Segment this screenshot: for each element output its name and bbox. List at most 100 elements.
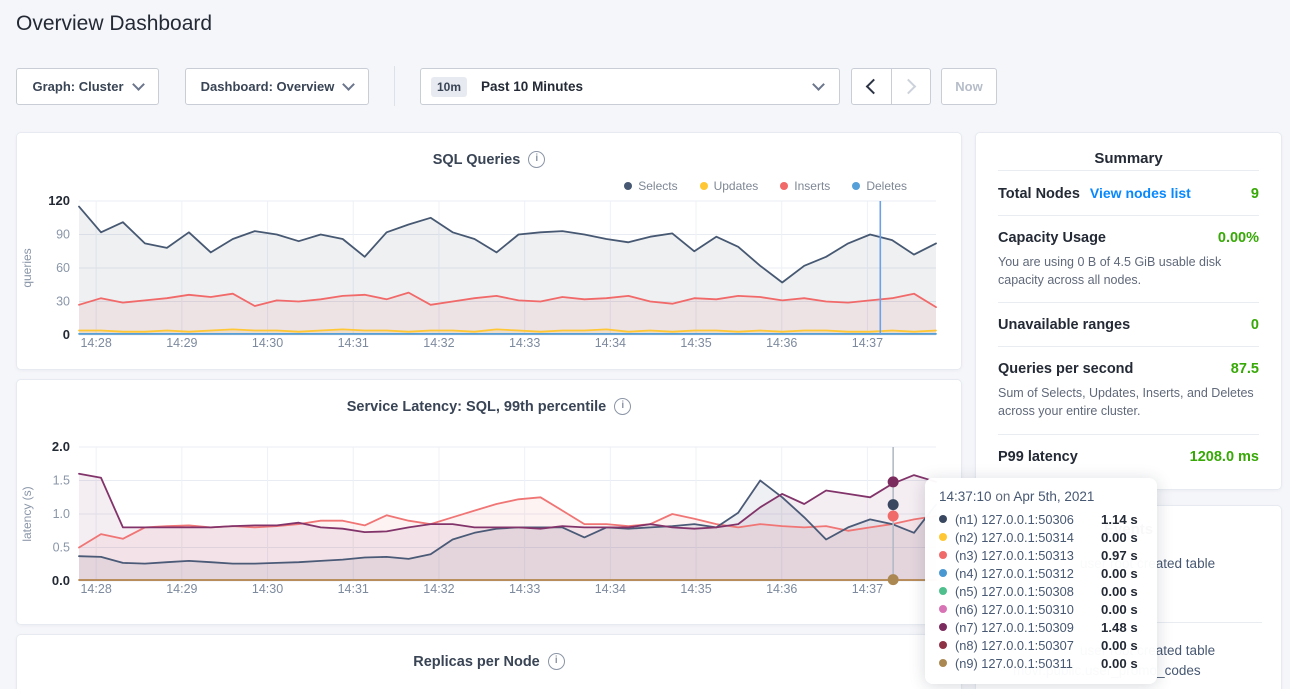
node-color-dot: [939, 641, 947, 649]
node-latency-value: 0.00 s: [1101, 638, 1138, 653]
service-latency-chart[interactable]: 0.00.51.01.52.014:2814:2914:3014:3114:32…: [17, 433, 962, 611]
node-address: (n5) 127.0.0.1:50308: [955, 584, 1101, 599]
chevron-right-icon: [901, 79, 917, 95]
summary-row-queries-per-second: Queries per second 87.5 Sum of Selects, …: [998, 346, 1259, 433]
chevron-left-icon: [865, 79, 881, 95]
view-nodes-list-link[interactable]: View nodes list: [1090, 185, 1191, 201]
svg-text:14:30: 14:30: [252, 336, 283, 350]
info-icon[interactable]: i: [528, 151, 545, 168]
svg-text:14:34: 14:34: [595, 336, 626, 350]
summary-row-capacity-usage: Capacity Usage 0.00% You are using 0 B o…: [998, 215, 1259, 302]
svg-text:14:36: 14:36: [766, 336, 797, 350]
svg-text:0.5: 0.5: [53, 541, 70, 555]
tooltip-rows: (n1) 127.0.0.1:503061.14 s(n2) 127.0.0.1…: [939, 510, 1143, 672]
page-title: Overview Dashboard: [16, 12, 212, 36]
svg-text:14:30: 14:30: [252, 582, 283, 596]
svg-text:14:36: 14:36: [766, 582, 797, 596]
node-latency-value: 0.00 s: [1101, 602, 1138, 617]
svg-text:14:33: 14:33: [509, 336, 540, 350]
replicas-per-node-card: Replicas per Node i: [16, 634, 962, 689]
svg-text:latency (s): latency (s): [20, 486, 34, 541]
node-latency-value: 1.14 s: [1101, 512, 1138, 527]
node-address: (n4) 127.0.0.1:50312: [955, 566, 1101, 581]
svg-text:14:33: 14:33: [509, 582, 540, 596]
svg-text:14:28: 14:28: [80, 336, 111, 350]
svg-text:14:37: 14:37: [852, 336, 883, 350]
total-nodes-label: Total Nodes: [998, 186, 1080, 202]
time-range-badge: 10m: [431, 77, 467, 97]
svg-text:14:32: 14:32: [423, 582, 454, 596]
svg-text:14:34: 14:34: [595, 582, 626, 596]
node-color-dot: [939, 587, 947, 595]
svg-text:0.0: 0.0: [52, 573, 70, 588]
svg-text:queries: queries: [20, 248, 34, 287]
node-color-dot: [939, 659, 947, 667]
unavailable-ranges-label: Unavailable ranges: [998, 317, 1130, 333]
svg-text:14:29: 14:29: [166, 582, 197, 596]
overview-dashboard-page: Overview Dashboard Graph: Cluster Dashbo…: [0, 0, 1290, 689]
time-step-back-button[interactable]: [852, 69, 891, 104]
info-icon[interactable]: i: [548, 653, 565, 670]
svg-text:14:31: 14:31: [338, 336, 369, 350]
tooltip-date: Apr 5th, 2021: [1013, 489, 1094, 504]
dashboard-dropdown[interactable]: Dashboard: Overview: [185, 68, 369, 105]
node-address: (n7) 127.0.0.1:50309: [955, 620, 1101, 635]
tooltip-node-row: (n5) 127.0.0.1:503080.00 s: [939, 582, 1143, 600]
node-address: (n1) 127.0.0.1:50306: [955, 512, 1101, 527]
queries-per-second-label: Queries per second: [998, 361, 1133, 377]
service-latency-title-text: Service Latency: SQL, 99th percentile: [347, 399, 607, 415]
svg-text:2.0: 2.0: [52, 439, 70, 454]
toolbar-divider: [394, 66, 395, 106]
service-latency-title: Service Latency: SQL, 99th percentile i: [17, 380, 961, 415]
svg-text:0: 0: [63, 327, 70, 342]
svg-text:14:32: 14:32: [423, 336, 454, 350]
node-latency-value: 0.00 s: [1101, 656, 1138, 671]
info-icon[interactable]: i: [614, 398, 631, 415]
time-range-label: Past 10 Minutes: [481, 79, 814, 94]
node-color-dot: [939, 623, 947, 631]
time-range-picker[interactable]: 10m Past 10 Minutes: [420, 68, 840, 105]
summary-row-total-nodes: Total Nodes View nodes list 9: [998, 170, 1259, 215]
node-latency-value: 0.97 s: [1101, 548, 1138, 563]
svg-text:1.5: 1.5: [53, 474, 70, 488]
tooltip-node-row: (n3) 127.0.0.1:503130.97 s: [939, 546, 1143, 564]
tooltip-node-row: (n7) 127.0.0.1:503091.48 s: [939, 618, 1143, 636]
summary-title: Summary: [976, 133, 1281, 170]
chart-hover-tooltip: 14:37:10 on Apr 5th, 2021 (n1) 127.0.0.1…: [925, 478, 1157, 684]
sql-queries-chart[interactable]: 030609012014:2814:2914:3014:3114:3214:33…: [17, 188, 962, 364]
node-latency-value: 0.00 s: [1101, 530, 1138, 545]
unavailable-ranges-value: 0: [1251, 317, 1259, 333]
tooltip-node-row: (n6) 127.0.0.1:503100.00 s: [939, 600, 1143, 618]
node-address: (n6) 127.0.0.1:50310: [955, 602, 1101, 617]
svg-text:14:35: 14:35: [680, 582, 711, 596]
sql-queries-title: SQL Queries i: [17, 133, 961, 168]
node-color-dot: [939, 515, 947, 523]
total-nodes-value: 9: [1251, 186, 1259, 202]
replicas-per-node-title: Replicas per Node i: [17, 635, 961, 670]
now-button[interactable]: Now: [941, 68, 997, 105]
tooltip-node-row: (n1) 127.0.0.1:503061.14 s: [939, 510, 1143, 528]
node-address: (n8) 127.0.0.1:50307: [955, 638, 1101, 653]
capacity-usage-label: Capacity Usage: [998, 230, 1106, 246]
sql-queries-title-text: SQL Queries: [433, 152, 521, 168]
node-address: (n2) 127.0.0.1:50314: [955, 530, 1101, 545]
svg-text:90: 90: [56, 228, 70, 242]
svg-text:14:35: 14:35: [680, 336, 711, 350]
time-step-forward-button[interactable]: [891, 69, 931, 104]
capacity-usage-description: You are using 0 B of 4.5 GiB usable disk…: [998, 253, 1259, 289]
tooltip-node-row: (n4) 127.0.0.1:503120.00 s: [939, 564, 1143, 582]
node-color-dot: [939, 533, 947, 541]
svg-text:14:37: 14:37: [852, 582, 883, 596]
service-latency-card: Service Latency: SQL, 99th percentile i …: [16, 379, 962, 625]
queries-per-second-value: 87.5: [1231, 361, 1259, 377]
node-color-dot: [939, 605, 947, 613]
graph-dropdown[interactable]: Graph: Cluster: [16, 68, 159, 105]
node-color-dot: [939, 569, 947, 577]
sql-queries-card: SQL Queries i SelectsUpdatesInsertsDelet…: [16, 132, 962, 370]
summary-panel: Summary Total Nodes View nodes list 9 Ca…: [975, 132, 1282, 490]
chevron-down-icon: [342, 78, 355, 91]
p99-latency-label: P99 latency: [998, 449, 1078, 465]
tooltip-timestamp: 14:37:10 on Apr 5th, 2021: [939, 489, 1143, 504]
tooltip-node-row: (n8) 127.0.0.1:503070.00 s: [939, 636, 1143, 654]
svg-text:1.0: 1.0: [53, 507, 70, 521]
